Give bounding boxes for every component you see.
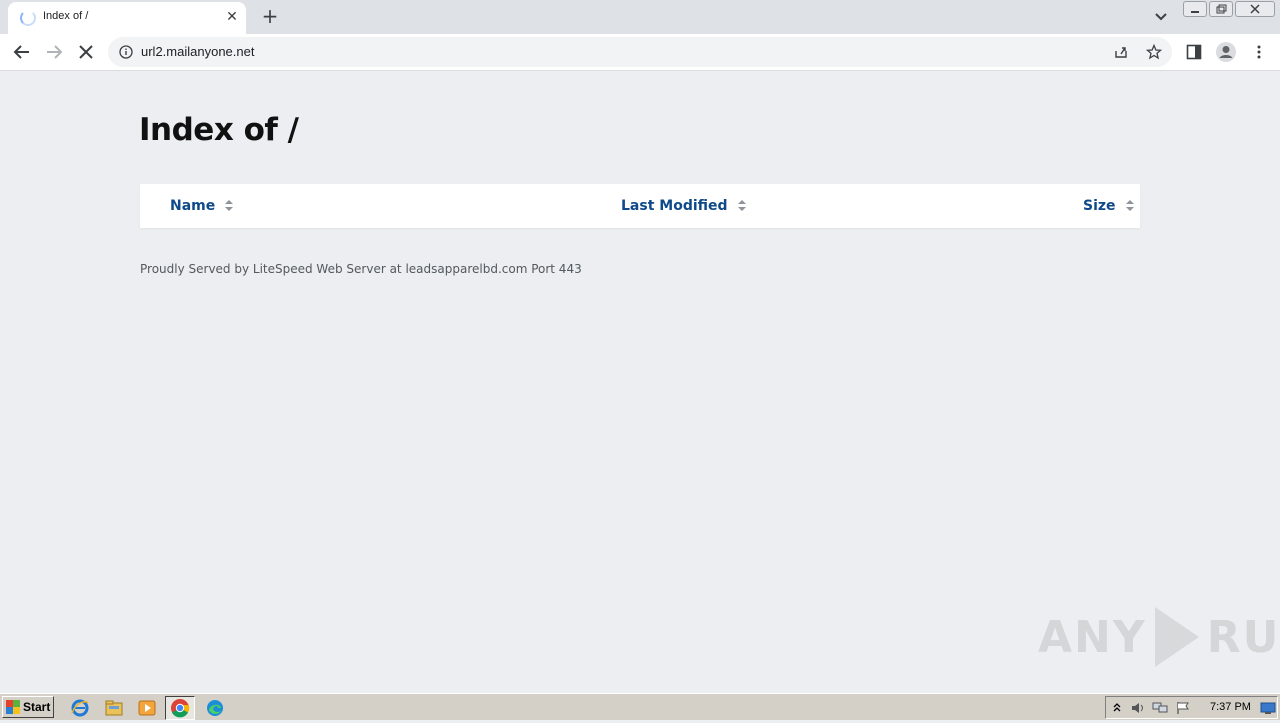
system-tray: 7:37 PM [1105, 696, 1278, 719]
chrome-taskbar-button[interactable] [165, 696, 195, 720]
site-info-icon[interactable] [119, 45, 133, 59]
windows-taskbar: Start 7:37 PM [0, 693, 1280, 720]
action-center-flag-icon[interactable] [1175, 701, 1191, 715]
internet-explorer-icon[interactable] [70, 698, 90, 718]
share-icon[interactable] [1113, 44, 1129, 60]
stop-loading-icon[interactable] [74, 40, 98, 64]
show-desktop-icon[interactable] [1260, 701, 1276, 715]
tab-close-icon[interactable]: ✕ [224, 8, 240, 26]
page-title: Index of / [139, 112, 299, 148]
network-icon[interactable] [1152, 701, 1168, 715]
browser-toolbar: url2.mailanyone.net [0, 34, 1280, 71]
volume-icon[interactable] [1130, 701, 1146, 715]
column-last-modified[interactable]: Last Modified [621, 198, 746, 214]
bookmark-star-icon[interactable] [1146, 44, 1162, 60]
side-panel-icon[interactable] [1185, 43, 1203, 61]
page-content: Index of / Name Last Modified Size Proud… [0, 72, 1280, 692]
tab-search-chevron-icon[interactable] [1152, 8, 1170, 26]
loading-spinner-icon [20, 10, 36, 26]
watermark-left: ANY [1038, 611, 1147, 663]
file-explorer-icon[interactable] [104, 698, 124, 718]
window-controls [1183, 1, 1277, 18]
restore-button[interactable] [1209, 1, 1233, 17]
chrome-icon [171, 699, 190, 718]
anyrun-watermark: ANY RUN [1038, 607, 1280, 667]
play-logo-icon [1154, 607, 1199, 667]
browser-tab[interactable]: Index of / ✕ [8, 2, 246, 34]
close-window-button[interactable] [1235, 1, 1275, 17]
tab-strip: Index of / ✕ + [0, 0, 1280, 34]
sort-arrows-icon [225, 200, 234, 212]
menu-kebab-icon[interactable] [1250, 43, 1268, 61]
directory-listing-header: Name Last Modified Size [140, 184, 1140, 228]
system-clock[interactable]: 7:37 PM [1210, 701, 1251, 713]
windows-logo-icon [6, 700, 20, 714]
new-tab-button[interactable]: + [258, 5, 282, 29]
watermark-right: RUN [1206, 611, 1280, 663]
column-size-label[interactable]: Size [1083, 198, 1116, 214]
address-bar[interactable]: url2.mailanyone.net [108, 37, 1172, 67]
media-player-icon[interactable] [137, 698, 157, 718]
url-text[interactable]: url2.mailanyone.net [141, 44, 254, 59]
minimize-button[interactable] [1183, 1, 1207, 17]
start-label: Start [23, 700, 51, 714]
column-last-modified-label[interactable]: Last Modified [621, 198, 728, 214]
show-hidden-icons-icon[interactable] [1109, 701, 1125, 715]
back-arrow-icon[interactable] [10, 40, 34, 64]
sort-arrows-icon [737, 200, 746, 212]
forward-arrow-icon[interactable] [42, 40, 66, 64]
sort-arrows-icon [1125, 200, 1134, 212]
start-button[interactable]: Start [2, 696, 54, 718]
column-name-label[interactable]: Name [170, 198, 215, 214]
tab-title: Index of / [43, 10, 89, 22]
server-footer: Proudly Served by LiteSpeed Web Server a… [140, 262, 582, 276]
profile-avatar-icon[interactable] [1215, 41, 1237, 63]
column-size[interactable]: Size [1083, 198, 1134, 214]
column-name[interactable]: Name [170, 198, 234, 214]
edge-icon[interactable] [205, 698, 225, 718]
